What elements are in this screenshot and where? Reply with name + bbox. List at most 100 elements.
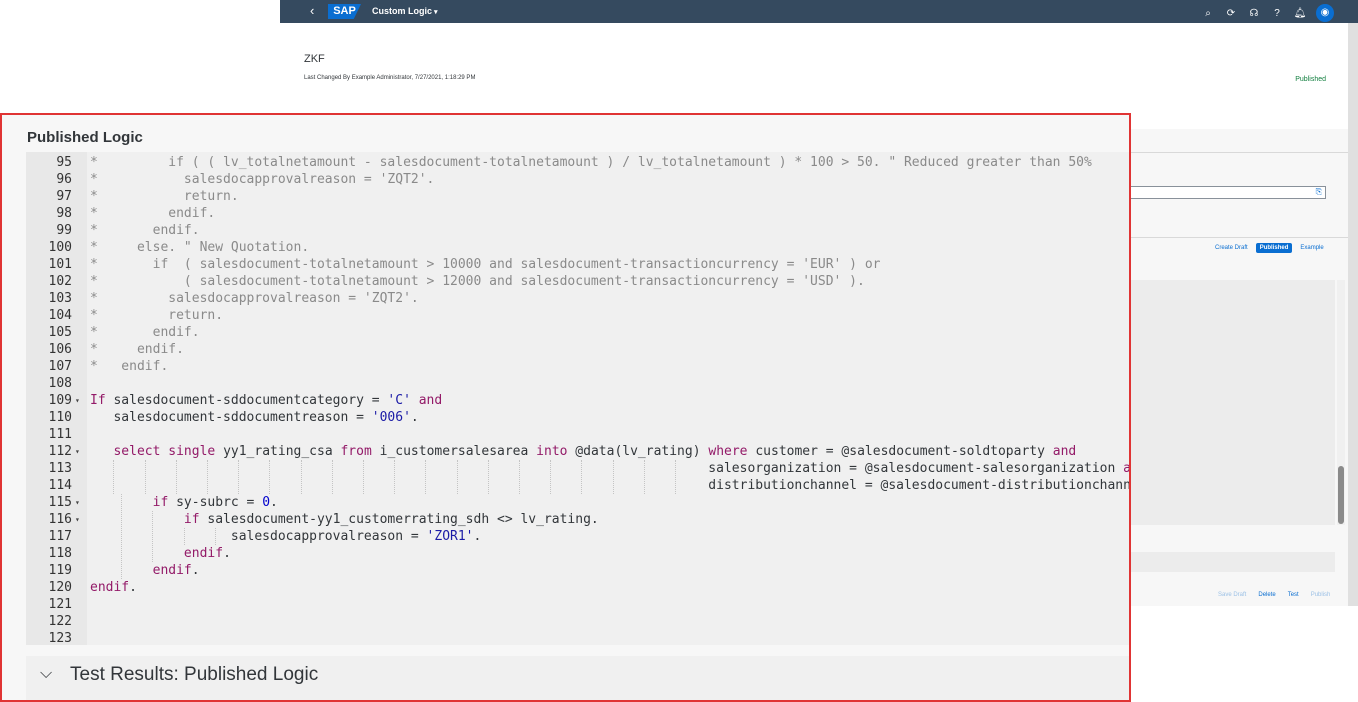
- code-text: * endif.: [90, 342, 184, 357]
- code-text: * endif.: [90, 206, 216, 221]
- line-number: 123: [48, 631, 72, 646]
- code-line: 105 * endif.: [26, 324, 1129, 341]
- publish-button[interactable]: Publish: [1311, 592, 1331, 598]
- user-avatar[interactable]: ◉: [1316, 4, 1334, 22]
- line-number: 111: [48, 427, 72, 442]
- line-number: 119: [48, 563, 72, 578]
- code-line: 122: [26, 613, 1129, 630]
- line-number: 116: [48, 512, 72, 527]
- code-text: * endif.: [90, 359, 169, 374]
- test-button[interactable]: Test: [1288, 592, 1299, 598]
- code-line: 95 * if ( ( lv_totalnetamount - salesdocu…: [26, 154, 1129, 171]
- line-number: 115: [48, 495, 72, 510]
- line-number: 95: [56, 155, 72, 170]
- feedback-icon[interactable]: ☊: [1247, 8, 1261, 19]
- code-line: 117 salesdocapprovalreason = 'ZOR1'.: [26, 528, 1129, 545]
- line-number: 107: [48, 359, 72, 374]
- code-text: * else. " New Quotation.: [90, 240, 310, 255]
- footer-toolbar: Save Draft Delete Test Publish: [1218, 592, 1330, 598]
- code-line: 112 ▾ select single yy1_rating_csa from i…: [26, 443, 1129, 460]
- fold-toggle-icon[interactable]: ▾: [75, 511, 80, 528]
- line-number: 110: [48, 410, 72, 425]
- code-text: salesdocapprovalreason = 'ZOR1'.: [90, 529, 482, 544]
- published-logic-zoom-panel: Published Logic 95 * if ( ( lv_totalnetam…: [0, 113, 1131, 702]
- line-number: 105: [48, 325, 72, 340]
- line-number: 97: [56, 189, 72, 204]
- line-number: 106: [48, 342, 72, 357]
- object-title: ZKF: [304, 53, 325, 65]
- code-text: * if ( salesdocument-totalnetamount > 10…: [90, 257, 881, 272]
- fold-toggle-icon[interactable]: ▾: [75, 443, 80, 460]
- code-line: 121: [26, 596, 1129, 613]
- chevron-down-icon[interactable]: ⌵: [40, 665, 52, 683]
- fold-toggle-icon[interactable]: ▾: [75, 392, 80, 409]
- line-number: 109: [48, 393, 72, 408]
- code-text: salesdocument-sddocumentreason = '006'.: [90, 410, 419, 425]
- line-number: 101: [48, 257, 72, 272]
- line-number: 102: [48, 274, 72, 289]
- code-line: 120 endif.: [26, 579, 1129, 596]
- example-toggle[interactable]: Example: [1300, 245, 1323, 251]
- code-text: * salesdocapprovalreason = 'ZQT2'.: [90, 291, 419, 306]
- test-results-title: Test Results: Published Logic: [70, 664, 319, 685]
- background-results-bar: [1130, 552, 1335, 572]
- code-line: 104 * return.: [26, 307, 1129, 324]
- line-number: 121: [48, 597, 72, 612]
- code-text: * return.: [90, 189, 239, 204]
- caret-down-icon: ▾: [434, 9, 438, 16]
- code-line: 109 ▾ If salesdocument-sddocumentcategory …: [26, 392, 1129, 409]
- code-text: If salesdocument-sddocumentcategory = 'C…: [90, 393, 443, 408]
- code-text: if sy-subrc = 0.: [152, 495, 278, 510]
- code-text: salesorganization = @salesdocument-sales…: [90, 461, 1131, 476]
- test-results-header[interactable]: ⌵ Test Results: Published Logic: [26, 656, 1129, 700]
- search-icon[interactable]: ⌕: [1201, 8, 1215, 19]
- code-line: 97 * return.: [26, 188, 1129, 205]
- code-line: 113 salesorganization = @salesdocument-s…: [26, 460, 1129, 477]
- line-number: 96: [56, 172, 72, 187]
- code-text: * salesdocapprovalreason = 'ZQT2'.: [90, 172, 435, 187]
- code-line: 114 distributionchannel = @salesdocument…: [26, 477, 1129, 494]
- code-line: 99 * endif.: [26, 222, 1129, 239]
- last-changed-text: Last Changed By Example Administrator, 7…: [304, 75, 476, 81]
- code-line: 119 endif.: [26, 562, 1129, 579]
- code-line: 98 * endif.: [26, 205, 1129, 222]
- code-text: endif.: [152, 563, 200, 578]
- code-line: 110 salesdocument-sddocumentreason = '00…: [26, 409, 1129, 426]
- help-icon[interactable]: ?: [1270, 8, 1284, 19]
- line-number: 98: [56, 206, 72, 221]
- save-draft-button[interactable]: Save Draft: [1218, 592, 1246, 598]
- code-line: 102 * ( salesdocument-totalnetamount > 12…: [26, 273, 1129, 290]
- line-number: 114: [48, 478, 72, 493]
- back-icon[interactable]: ‹: [310, 3, 314, 18]
- scrollbar-thumb[interactable]: [1338, 466, 1344, 524]
- code-text: endif.: [183, 546, 231, 561]
- fold-toggle-icon[interactable]: ▾: [75, 494, 80, 511]
- code-line: 118 endif.: [26, 545, 1129, 562]
- background-editor: [1130, 280, 1335, 525]
- code-text: distributionchannel = @salesdocument-dis…: [90, 478, 1131, 493]
- code-line: 101 * if ( salesdocument-totalnetamount >…: [26, 256, 1129, 273]
- line-number: 112: [48, 444, 72, 459]
- value-help-icon[interactable]: ⎘: [1316, 187, 1322, 197]
- code-editor[interactable]: 95 * if ( ( lv_totalnetamount - salesdocu…: [26, 152, 1129, 647]
- shell-actions: ⌕ ⟳ ☊ ? 🔔︎ ◉: [1201, 4, 1334, 22]
- bell-icon[interactable]: 🔔︎: [1293, 8, 1307, 19]
- code-text: if salesdocument-yy1_customerrating_sdh …: [183, 512, 599, 527]
- code-line: 123: [26, 630, 1129, 647]
- sap-logo[interactable]: SAP: [328, 4, 361, 19]
- code-text: * endif.: [90, 223, 200, 238]
- published-toggle[interactable]: Published: [1255, 243, 1293, 253]
- sync-icon[interactable]: ⟳: [1224, 8, 1238, 19]
- line-number: 122: [48, 614, 72, 629]
- line-number: 113: [48, 461, 72, 476]
- line-number: 120: [48, 580, 72, 595]
- code-line: 107 * endif.: [26, 358, 1129, 375]
- line-number: 100: [48, 240, 72, 255]
- page-scrollbar[interactable]: [1348, 23, 1358, 606]
- code-text: * endif.: [90, 325, 200, 340]
- code-text: * if ( ( lv_totalnetamount - salesdocume…: [90, 155, 1092, 170]
- delete-button[interactable]: Delete: [1258, 592, 1275, 598]
- app-title-menu[interactable]: Custom Logic ▾: [372, 6, 438, 16]
- create-draft-button[interactable]: Create Draft: [1215, 245, 1248, 251]
- search-input[interactable]: ⎘: [1130, 186, 1326, 199]
